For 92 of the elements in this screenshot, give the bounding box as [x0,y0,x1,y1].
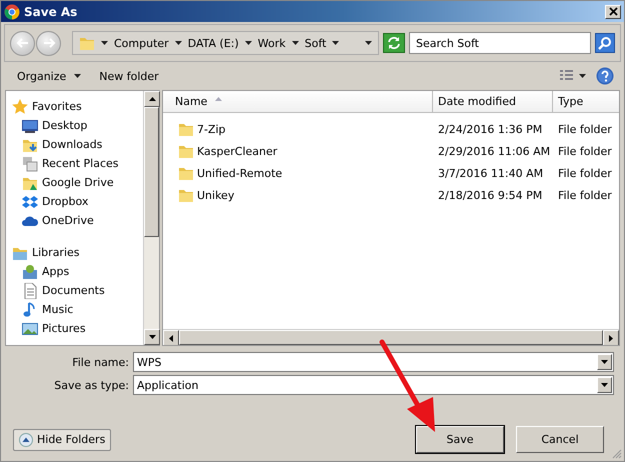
right-arrow-icon [609,334,613,342]
caret-icon [244,41,252,45]
search-button[interactable] [595,33,615,53]
forward-button[interactable] [36,30,61,56]
dropdown-icon [365,41,372,45]
sidebar-group[interactable]: Favorites [12,97,143,116]
desktop-icon [22,118,38,134]
address-bar[interactable]: Computer DATA (E:) Work Soft [72,31,379,55]
window-title: Save As [24,4,78,18]
close-icon [608,7,618,16]
sidebar-item[interactable]: Desktop [12,116,143,135]
refresh-button[interactable] [383,33,405,53]
breadcrumb[interactable]: Computer [114,36,169,50]
table-cell-text: 2/29/2016 11:06 AM [437,144,552,158]
back-button[interactable] [10,30,35,56]
file-name-cell[interactable]: KasperCleaner [163,143,433,159]
table-cell-text: 2/24/2016 1:36 PM [437,122,544,136]
sort-arrow-icon [215,96,222,100]
left-arrow-icon [169,334,173,342]
table-cell-text: File folder [557,144,613,158]
sidebar-group[interactable]: Libraries [12,243,143,262]
document-icon [22,282,38,298]
view-options-button[interactable] [560,70,586,82]
combo-box[interactable]: Application [133,375,614,395]
refresh-icon [387,37,401,49]
star-icon [12,98,28,114]
caret-icon [332,41,340,45]
sidebar-item[interactable]: Google Drive [12,173,143,192]
recent-places-icon [22,156,38,172]
sidebar-item[interactable]: Music [12,300,143,319]
folder-icon [178,121,194,137]
scrollbar-thumb[interactable] [144,107,159,237]
vertical-scrollbar[interactable] [143,91,159,345]
down-arrow-icon [148,335,156,339]
scroll-down-button[interactable] [144,329,160,345]
field-label: File name: [71,356,129,368]
close-button[interactable] [605,4,621,18]
dropdown-arrow-icon[interactable] [601,360,608,364]
help-icon [596,67,614,85]
table-cell-text: File folder [557,188,613,202]
breadcrumb[interactable]: Soft [304,36,326,50]
apps-icon [22,264,38,280]
file-name-cell[interactable]: Unified-Remote [163,165,433,181]
organize-menu[interactable]: Organize [13,68,86,84]
app-logo-icon [4,4,20,20]
new-folder-button[interactable]: New folder [95,68,163,84]
column-header[interactable]: Type [553,91,619,112]
music-icon [22,302,38,318]
table-cell-text: 2/18/2016 9:54 PM [437,188,544,202]
folder-icon [178,165,194,181]
folder-icon [178,187,194,203]
right-arrow-icon [42,37,56,49]
sidebar-item[interactable]: OneDrive [12,211,143,230]
up-arrow-icon [148,97,156,101]
file-name-cell[interactable]: Unikey [163,187,433,203]
scroll-right-button[interactable] [603,330,619,345]
breadcrumb[interactable]: Work [258,36,286,50]
table-cell-text: 3/7/2016 11:40 AM [437,166,544,180]
sidebar-item[interactable]: Downloads [12,135,143,154]
save-button[interactable]: Save [416,426,504,453]
field-label: Save as type: [53,378,129,392]
scroll-left-button[interactable] [163,330,179,345]
picture-icon [22,320,38,336]
breadcrumb[interactable]: DATA (E:) [188,36,239,50]
combo-box[interactable]: WPS [133,352,614,372]
table-cell-text: File folder [557,166,613,180]
column-header[interactable]: Date modified [433,91,553,112]
search-icon [598,36,612,50]
caret-icon [292,41,299,45]
sidebar-item[interactable]: Apps [12,262,143,281]
caret-icon [174,41,182,45]
dropbox-icon [22,194,38,210]
caret-icon [74,74,82,78]
search-field[interactable]: Search Soft [409,32,591,54]
folder-icon [178,143,194,159]
file-name-cell[interactable]: 7-Zip [163,121,433,137]
sidebar-item[interactable]: Documents [12,281,143,300]
sidebar-item[interactable]: Pictures [12,319,143,338]
sidebar-item[interactable]: Dropbox [12,192,143,211]
dropdown-arrow-icon[interactable] [601,383,608,387]
cancel-button[interactable]: Cancel [516,426,604,453]
caret-icon [101,41,108,45]
resize-grip-icon[interactable] [612,449,622,459]
hide-folders-button[interactable]: Hide Folders [13,428,112,450]
sidebar-item[interactable]: Recent Places [12,154,143,173]
left-arrow-icon [16,37,30,49]
column-header[interactable]: Name [163,91,433,112]
list-view-icon [560,70,586,82]
help-button[interactable] [596,67,614,85]
folder-icon [79,35,95,51]
scroll-up-button[interactable] [144,91,160,107]
table-cell-text: File folder [557,122,613,136]
